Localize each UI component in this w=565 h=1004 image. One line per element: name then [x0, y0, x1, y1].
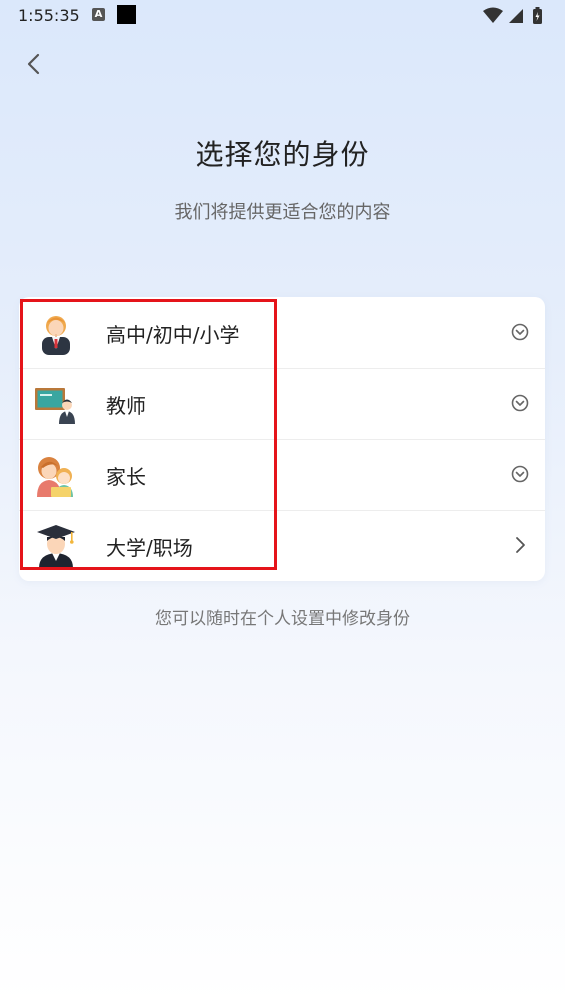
wifi-icon	[483, 7, 503, 23]
identity-item-teacher[interactable]: 教师	[19, 368, 545, 439]
identity-label: 教师	[106, 394, 146, 418]
identity-label: 大学/职场	[106, 536, 193, 560]
back-button[interactable]	[16, 46, 52, 82]
page-subtitle: 我们将提供更适合您的内容	[174, 202, 391, 223]
student-icon	[42, 316, 70, 355]
parent-icon	[37, 457, 73, 497]
page-title: 选择您的身份	[195, 138, 370, 171]
identity-item-parent[interactable]: 家长	[19, 439, 545, 510]
signal-icon	[509, 9, 523, 23]
identity-item-graduate[interactable]: 大学/职场	[19, 510, 545, 581]
status-bar: 1:55:35 A	[0, 0, 565, 32]
system-status-icons	[483, 7, 542, 24]
status-time: 1:55:35	[18, 6, 80, 25]
expand-circle-icon	[511, 323, 529, 341]
chevron-right-icon	[516, 537, 525, 553]
battery-icon	[533, 7, 542, 24]
identity-item-student[interactable]: 高中/初中/小学	[19, 297, 545, 368]
identity-card: 高中/初中/小学 教师 家长 大学/职场	[19, 297, 545, 581]
notification-a-icon: A	[92, 8, 105, 21]
identity-label: 高中/初中/小学	[106, 323, 240, 347]
footnote-text: 您可以随时在个人设置中修改身份	[155, 609, 410, 629]
teacher-icon	[35, 388, 75, 424]
chevron-left-icon	[27, 53, 40, 75]
identity-label: 家长	[106, 465, 146, 489]
expand-circle-icon	[511, 394, 529, 412]
graduate-icon	[37, 525, 75, 568]
notification-square-icon	[117, 5, 136, 24]
expand-circle-icon	[511, 465, 529, 483]
